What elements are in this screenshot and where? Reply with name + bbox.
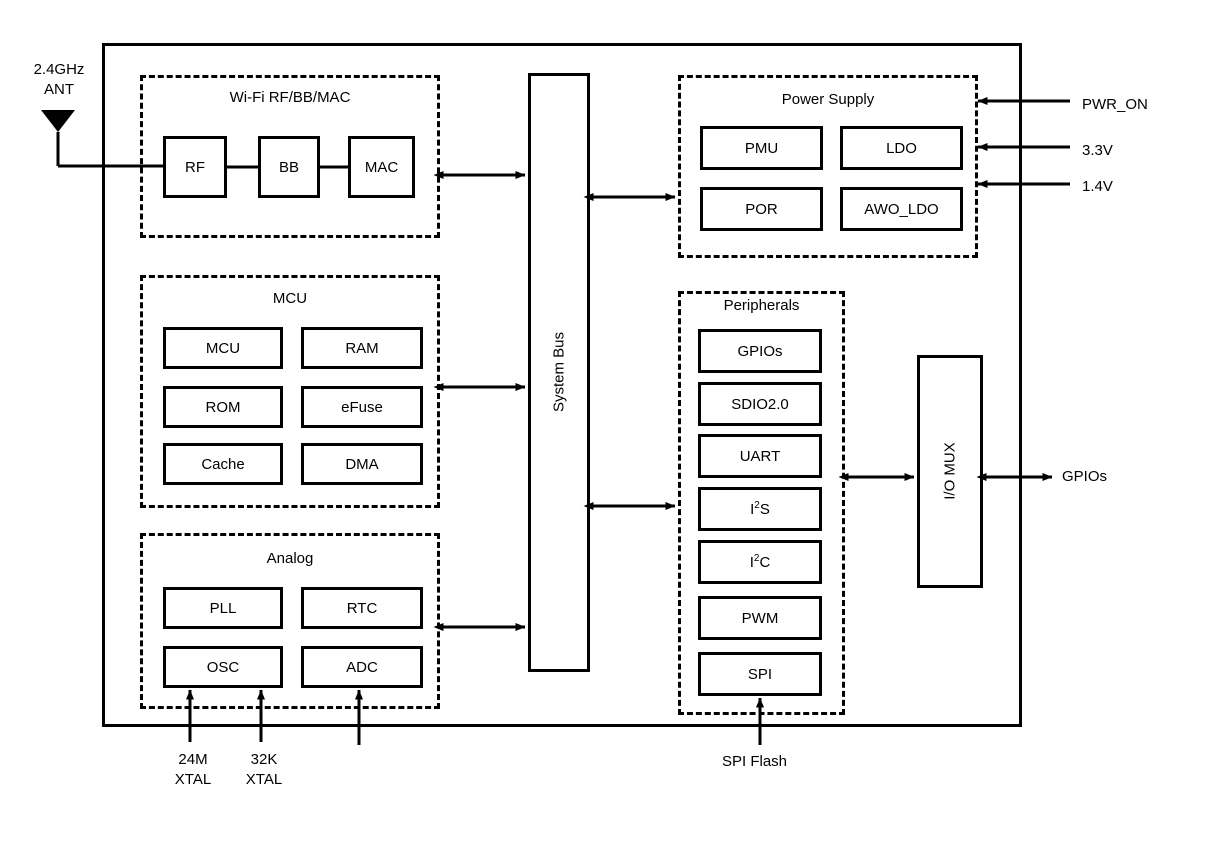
- block-osc-label: OSC: [206, 658, 240, 676]
- block-mcu-core[interactable]: MCU: [163, 327, 283, 369]
- block-ldo[interactable]: LDO: [840, 126, 963, 170]
- block-ram[interactable]: RAM: [301, 327, 423, 369]
- pin-label-3v3: 3.3V: [1082, 142, 1113, 159]
- pin-label-spi-flash: SPI Flash: [722, 753, 788, 770]
- block-rf-label: RF: [185, 158, 205, 176]
- antenna-label-line1: 2.4GHz: [33, 61, 85, 78]
- block-mcu-core-label: MCU: [205, 339, 241, 357]
- block-cache[interactable]: Cache: [163, 443, 283, 485]
- block-dma[interactable]: DMA: [301, 443, 423, 485]
- pin-label-1v4: 1.4V: [1082, 178, 1113, 195]
- block-pmu-label: PMU: [744, 139, 779, 157]
- block-adc[interactable]: ADC: [301, 646, 423, 688]
- antenna-label: 2.4GHz ANT: [14, 60, 104, 100]
- block-awo-ldo-label: AWO_LDO: [864, 200, 939, 218]
- block-pwm-label: PWM: [741, 609, 779, 627]
- antenna-label-line2: ANT: [44, 81, 74, 98]
- peripherals-group-title: Peripherals: [723, 297, 800, 314]
- power-supply-group-title: Power Supply: [781, 91, 875, 108]
- block-rtc[interactable]: RTC: [301, 587, 423, 629]
- block-pmu[interactable]: PMU: [700, 126, 823, 170]
- block-uart-label: UART: [739, 447, 781, 465]
- block-i2s[interactable]: I2S: [698, 487, 822, 531]
- block-i2s-label: I2S: [750, 500, 770, 518]
- block-por[interactable]: POR: [700, 187, 823, 231]
- block-dma-label: DMA: [345, 455, 379, 473]
- block-por-label: POR: [745, 200, 778, 218]
- block-rom[interactable]: ROM: [163, 386, 283, 428]
- block-cache-label: Cache: [201, 455, 245, 473]
- block-awo-ldo[interactable]: AWO_LDO: [840, 187, 963, 231]
- block-pll[interactable]: PLL: [163, 587, 283, 629]
- block-spi-label: SPI: [747, 665, 773, 683]
- block-ram-label: RAM: [345, 339, 379, 357]
- block-rom-label: ROM: [205, 398, 241, 416]
- block-ldo-label: LDO: [886, 139, 917, 157]
- block-io-mux-label: I/O MUX: [941, 442, 959, 500]
- block-efuse[interactable]: eFuse: [301, 386, 423, 428]
- block-efuse-label: eFuse: [341, 398, 383, 416]
- block-system-bus-label: System Bus: [550, 331, 568, 413]
- block-osc[interactable]: OSC: [163, 646, 283, 688]
- block-rf[interactable]: RF: [163, 136, 227, 198]
- block-bb-label: BB: [278, 158, 299, 176]
- pin-label-32k-xtal-line2: XTAL: [245, 771, 283, 788]
- block-spi[interactable]: SPI: [698, 652, 822, 696]
- block-sdio-label: SDIO2.0: [731, 395, 789, 413]
- block-gpios[interactable]: GPIOs: [698, 329, 822, 373]
- block-uart[interactable]: UART: [698, 434, 822, 478]
- block-rtc-label: RTC: [346, 599, 378, 617]
- analog-group-title: Analog: [266, 550, 314, 567]
- block-adc-label: ADC: [346, 658, 378, 676]
- antenna-icon: [41, 110, 75, 132]
- block-mac[interactable]: MAC: [348, 136, 415, 198]
- block-bb[interactable]: BB: [258, 136, 320, 198]
- mcu-group-title: MCU: [272, 290, 308, 307]
- pin-label-32k-xtal-line1: 32K: [250, 751, 278, 768]
- block-i2c[interactable]: I2C: [698, 540, 822, 584]
- block-sdio[interactable]: SDIO2.0: [698, 382, 822, 426]
- block-gpios-label: GPIOs: [737, 342, 783, 360]
- wifi-group-title: Wi-Fi RF/BB/MAC: [229, 89, 351, 106]
- pin-label-32k-xtal: 32K XTAL: [212, 750, 316, 790]
- pin-label-gpios-external: GPIOs: [1062, 468, 1108, 485]
- block-diagram-canvas: 2.4GHz ANT Wi-Fi RF/BB/MAC RF BB MAC MCU…: [0, 0, 1215, 851]
- block-i2c-label: I2C: [749, 553, 771, 571]
- block-mac-label: MAC: [364, 158, 399, 176]
- block-pwm[interactable]: PWM: [698, 596, 822, 640]
- pin-label-pwr-on: PWR_ON: [1082, 96, 1148, 113]
- block-pll-label: PLL: [209, 599, 237, 617]
